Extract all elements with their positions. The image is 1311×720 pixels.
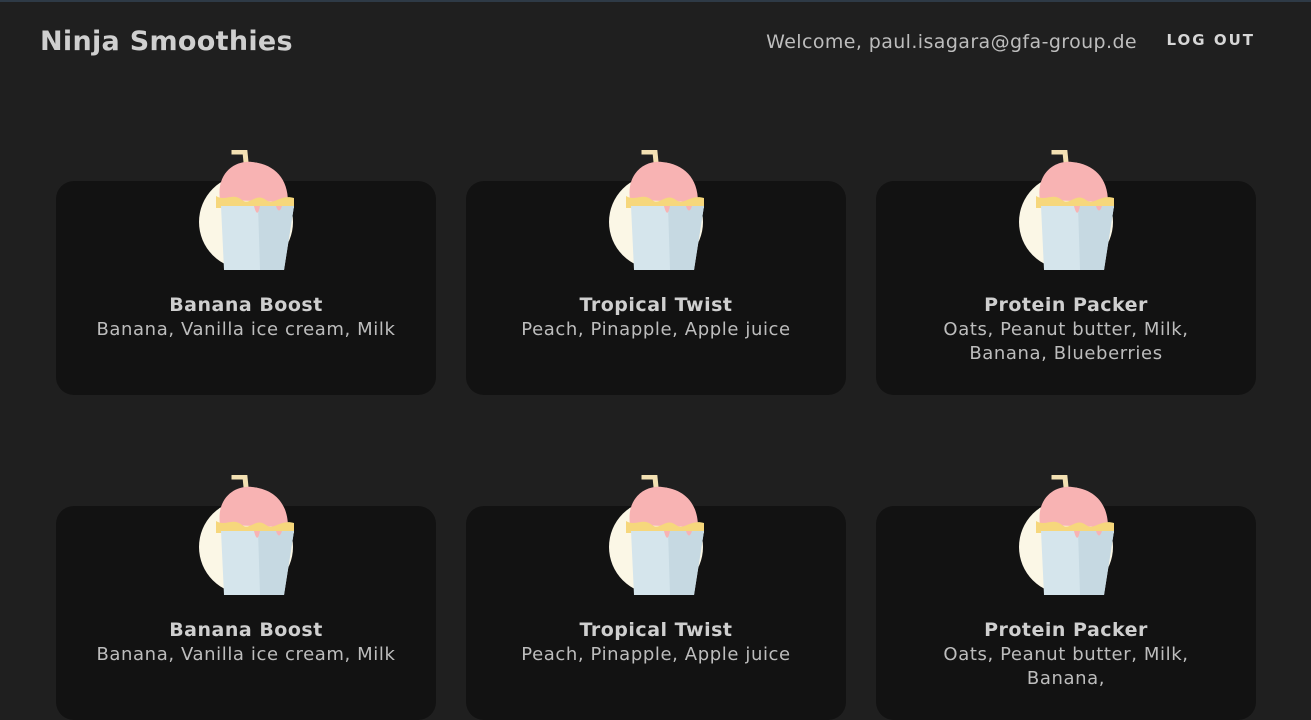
smoothie-ingredients: Oats, Peanut butter, Milk, Banana, (943, 644, 1189, 689)
smoothie-title: Banana Boost (169, 619, 323, 641)
smoothie-title: Tropical Twist (579, 294, 733, 316)
welcome-message: Welcome, paul.isagara@gfa-group.de (766, 31, 1137, 53)
smoothie-cup-icon (1019, 150, 1114, 270)
smoothie-card: Banana Boost Banana, Vanilla ice cream, … (56, 475, 436, 720)
smoothie-cup-icon (609, 150, 704, 270)
smoothie-card: Protein Packer Oats, Peanut butter, Milk… (876, 150, 1256, 395)
smoothie-card: Banana Boost Banana, Vanilla ice cream, … (56, 150, 436, 395)
smoothie-cup-icon (1019, 475, 1114, 595)
smoothie-ingredients: Banana, Vanilla ice cream, Milk (96, 319, 396, 340)
smoothie-grid: Banana Boost Banana, Vanilla ice cream, … (56, 150, 1256, 720)
logout-button[interactable]: LOG OUT (1167, 31, 1255, 49)
navbar: Ninja Smoothies Welcome, paul.isagara@gf… (0, 0, 1311, 88)
smoothie-ingredients: Banana, Vanilla ice cream, Milk (96, 644, 396, 665)
smoothie-card: Protein Packer Oats, Peanut butter, Milk… (876, 475, 1256, 720)
smoothie-card: Tropical Twist Peach, Pinapple, Apple ju… (466, 475, 846, 720)
smoothie-cup-icon (199, 475, 294, 595)
smoothie-title: Protein Packer (984, 619, 1148, 641)
smoothie-ingredients: Peach, Pinapple, Apple juice (521, 319, 791, 340)
brand-title[interactable]: Ninja Smoothies (40, 26, 293, 57)
smoothie-cup-icon (609, 475, 704, 595)
smoothie-title: Tropical Twist (579, 619, 733, 641)
smoothie-ingredients: Oats, Peanut butter, Milk, Banana, Blueb… (943, 319, 1189, 364)
smoothie-title: Protein Packer (984, 294, 1148, 316)
smoothie-ingredients: Peach, Pinapple, Apple juice (521, 644, 791, 665)
smoothie-cup-icon (199, 150, 294, 270)
smoothie-card: Tropical Twist Peach, Pinapple, Apple ju… (466, 150, 846, 395)
smoothie-title: Banana Boost (169, 294, 323, 316)
